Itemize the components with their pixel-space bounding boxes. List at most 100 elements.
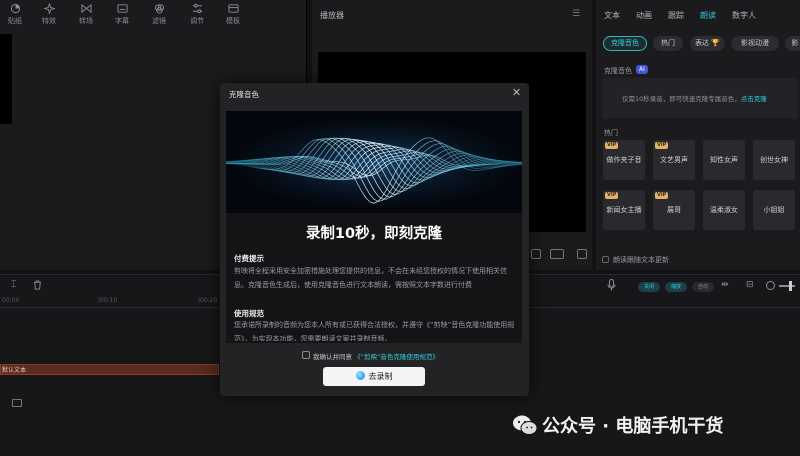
close-icon[interactable]: ✕ — [510, 86, 523, 99]
soundwave-banner — [226, 111, 522, 213]
soundwave-illustration — [226, 111, 522, 213]
tab-digital-human[interactable]: 数字人 — [732, 10, 756, 21]
read-follow-checkbox[interactable] — [602, 256, 609, 263]
ai-badge: AI — [636, 65, 648, 74]
voice-card[interactable]: VIP 新闻女主播 — [603, 190, 645, 230]
vip-badge: VIP — [655, 142, 669, 149]
microphone-icon[interactable] — [607, 279, 616, 291]
hot-section-label: 热门 — [604, 129, 618, 137]
player-title: 播放器 — [320, 11, 344, 20]
voice-name: 知性女声 — [710, 156, 738, 164]
agree-prefix: 我确认并同意 — [313, 353, 352, 361]
toolbar-label: 字幕 — [115, 17, 129, 25]
voice-name: 展哥 — [667, 206, 681, 214]
chip-hot[interactable]: 热门 — [653, 36, 683, 51]
toolbar-label: 特效 — [42, 17, 56, 25]
zoom-out-icon[interactable] — [766, 281, 775, 290]
voice-card[interactable]: 温柔淑女 — [703, 190, 745, 230]
video-track-icon — [12, 399, 22, 407]
toolbar-label: 模板 — [226, 17, 240, 25]
record-button[interactable]: 去录制 — [323, 367, 425, 386]
toolbar-item-transition[interactable]: 转场 — [71, 3, 101, 26]
toolbar-item-caption[interactable]: 字幕 — [107, 3, 137, 26]
voice-name: 小姐姐 — [763, 206, 785, 214]
ratio-icon[interactable] — [550, 249, 564, 259]
sparkle-icon — [43, 3, 55, 14]
fullscreen-icon[interactable] — [577, 249, 587, 259]
track-label: 默认文本 — [2, 367, 27, 374]
link-icon[interactable]: ⇹ — [721, 280, 729, 290]
adjust-icon — [192, 3, 202, 14]
media-preview-strip — [0, 34, 12, 124]
timeline-toggle-zoom[interactable]: 缩放 — [665, 282, 687, 292]
agree-text: 我确认并同意 《“剪映”音色克隆使用规范》 — [313, 351, 439, 361]
vip-badge: VIP — [605, 192, 619, 199]
filter-icon — [154, 4, 164, 14]
watermark-text: 公众号 · 电脑手机干货 — [542, 416, 724, 437]
toolbar-item-template[interactable]: 模板 — [218, 3, 248, 26]
chip-clone-voice[interactable]: 克隆音色 — [603, 36, 647, 51]
agree-checkbox[interactable] — [302, 351, 310, 359]
delete-icon[interactable] — [33, 280, 42, 290]
toolbar-item-adjust[interactable]: 调节 — [182, 3, 212, 26]
toolbar-label: 贴纸 — [8, 17, 22, 25]
tab-animation[interactable]: 动画 — [636, 10, 652, 21]
zoom-slider[interactable] — [779, 285, 795, 287]
snap-icon[interactable]: ⊟ — [746, 280, 754, 290]
text-track-clip[interactable] — [0, 364, 219, 375]
tab-read-aloud[interactable]: 朗读 — [700, 10, 716, 21]
toolbar-item-filter[interactable]: 滤镜 — [144, 3, 174, 26]
clone-hint: 仅需10秒录音，即可快速克隆专属音色，点击克隆 — [622, 93, 767, 103]
vip-badge: VIP — [655, 192, 669, 199]
clone-hint-text: 仅需10秒录音，即可快速克隆专属音色， — [622, 95, 741, 103]
voice-name: 文艺男声 — [660, 156, 688, 164]
sticker-icon — [10, 3, 20, 14]
voice-name: 创世女神 — [760, 156, 788, 164]
zoom-slider-handle[interactable] — [789, 281, 792, 291]
voice-card[interactable]: 小姐姐 — [753, 190, 795, 230]
dialog-headline: 录制10秒，即刻克隆 — [305, 226, 443, 242]
toolbar-label: 滤镜 — [152, 17, 166, 25]
read-follow-label: 朗读跟随文本更新 — [613, 256, 669, 264]
tab-text[interactable]: 文本 — [604, 10, 620, 21]
voice-card[interactable]: 知性女声 — [703, 140, 745, 180]
usage-rules-body: 您承诺所录制的音频为您本人所有或已获得合法授权，并遵守《“剪映”音色克隆功能使用… — [234, 321, 515, 341]
voice-name: 做作夹子音 — [606, 156, 642, 164]
tab-tracking[interactable]: 跟踪 — [668, 10, 684, 21]
split-icon[interactable]: ⌶ — [11, 280, 16, 290]
toolbar-item-effects[interactable]: 特效 — [34, 3, 64, 26]
menu-icon[interactable]: ☰ — [572, 9, 580, 19]
toolbar-label: 调节 — [190, 17, 204, 25]
dialog-title: 克隆音色 — [229, 90, 259, 99]
voice-card[interactable]: VIP 展哥 — [653, 190, 695, 230]
chip-film-anime[interactable]: 影视动漫 — [731, 36, 779, 51]
voice-name: 新闻女主播 — [606, 206, 642, 214]
record-button-label: 去录制 — [368, 372, 393, 381]
voice-card[interactable]: VIP 文艺男声 — [653, 140, 695, 180]
toolbar-item-sticker[interactable]: 贴纸 — [0, 3, 30, 26]
timeline-toggle-close[interactable]: 关闭 — [638, 282, 660, 292]
transition-icon — [80, 3, 92, 14]
voice-card[interactable]: 创世女神 — [753, 140, 795, 180]
caption-icon — [116, 4, 128, 13]
template-icon — [227, 4, 239, 13]
voice-name: 温柔淑女 — [710, 206, 738, 214]
voice-card[interactable]: VIP 做作夹子音 — [603, 140, 645, 180]
fee-notice-title: 付费提示 — [234, 254, 264, 263]
ruler-tick: 00:00 — [2, 297, 20, 304]
wechat-logo — [512, 414, 538, 436]
usage-rules-title: 使用规范 — [234, 309, 264, 318]
ruler-tick: |00:20 — [198, 297, 218, 304]
timeline-toggle-auto[interactable]: 自动 — [692, 282, 714, 292]
record-icon — [355, 371, 365, 380]
usage-policy-link[interactable]: 《“剪映”音色克隆使用规范》 — [354, 353, 439, 361]
clone-voice-label: 克隆音色 — [604, 67, 632, 75]
clone-link[interactable]: 点击克隆 — [741, 95, 767, 103]
toolbar-label: 转场 — [79, 17, 93, 25]
ruler-tick: |00:10 — [98, 297, 118, 304]
vip-badge: VIP — [605, 142, 619, 149]
fit-icon[interactable] — [531, 249, 541, 259]
chip-more[interactable]: 影 — [785, 36, 800, 51]
fee-notice-body: 剪映将全程采用安全加密措施处理您提供的信息，不会在未经您授权的情况下使用相关信息… — [234, 267, 507, 289]
chip-expressive[interactable]: 表达 🏆 — [690, 36, 725, 51]
